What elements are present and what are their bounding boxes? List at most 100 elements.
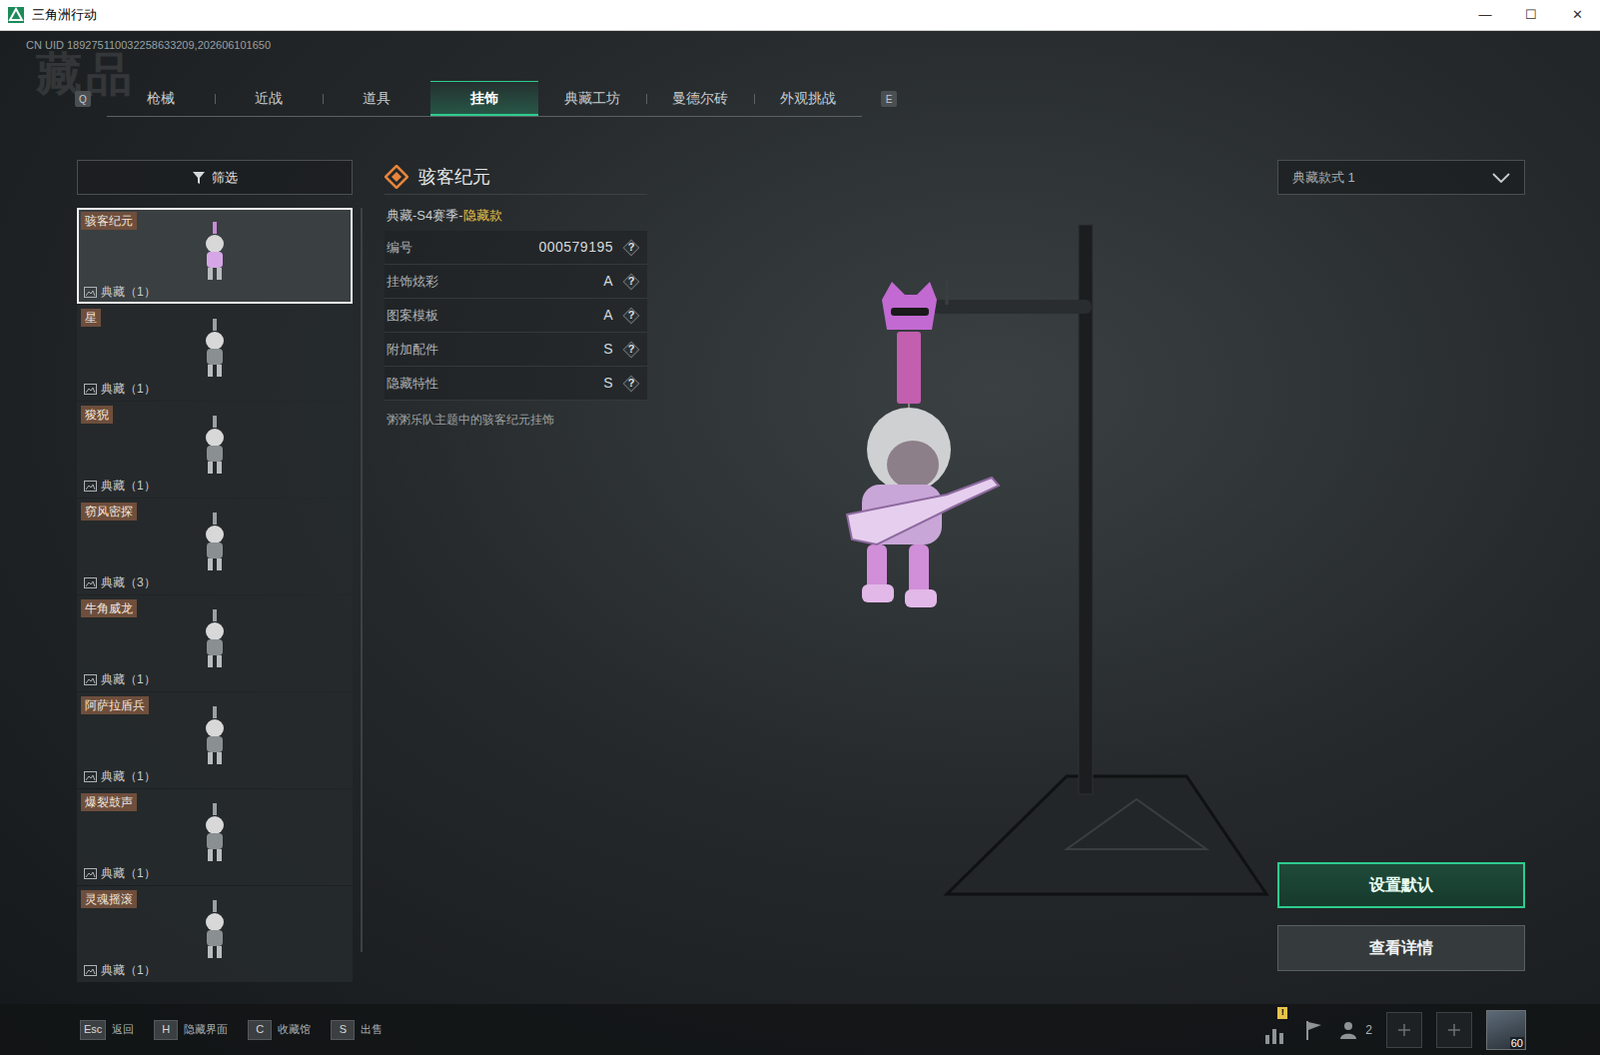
app-logo-icon [7, 6, 24, 23]
chevron-down-icon [1492, 172, 1511, 183]
invite-slot[interactable] [1436, 1011, 1473, 1048]
detail-description: 粥粥乐队主题中的骇客纪元挂饰 [386, 410, 648, 429]
window-control[interactable]: ✕ [1554, 0, 1600, 30]
rarity-icon [384, 164, 409, 189]
hotkey-label: 收藏馆 [277, 1020, 311, 1038]
detail-row: 编号 000579195? [384, 230, 648, 265]
hotkey-key: H [153, 1019, 178, 1040]
charm-list-item[interactable]: 阿萨拉盾兵典藏（1） [76, 692, 353, 789]
help-button[interactable]: ? [623, 239, 640, 256]
hotkey[interactable]: C 收藏馆 [247, 1019, 311, 1040]
charm-count: 典藏（1） [100, 283, 156, 300]
list-scrollbar[interactable] [360, 207, 363, 952]
tab-separator [646, 93, 648, 104]
help-button[interactable]: ? [623, 307, 640, 324]
next-tab-key[interactable]: E [880, 90, 897, 107]
help-button[interactable]: ? [623, 375, 640, 392]
charm-list-item[interactable]: 星典藏（1） [76, 304, 353, 401]
bottom-bar: Esc返回 H 隐藏界面 C 收藏馆 S出售! 2 60 [0, 1003, 1600, 1055]
app-window: 三角洲行动—☐✕藏品CN UID 189275110032258633209,2… [0, 0, 1600, 1055]
tab[interactable]: 曼德尔砖 [646, 80, 755, 116]
style-select[interactable]: 典藏款式 1 [1277, 159, 1526, 195]
hotkey-label: 出售 [360, 1020, 383, 1038]
style-select-value: 典藏款式 1 [1292, 167, 1356, 188]
detail-row-label: 隐藏特性 [386, 373, 439, 394]
title-bar: 三角洲行动 —☐✕ [0, 0, 1600, 31]
bar-chart-icon [1263, 1024, 1286, 1045]
hotkey-key: C [247, 1019, 272, 1040]
flag-icon[interactable] [1303, 1018, 1326, 1041]
charm-count: 典藏（1） [100, 864, 156, 881]
uid-text: CN UID 189275110032258633209,20260610165… [25, 37, 1575, 52]
image-icon [83, 383, 97, 395]
collection-screen: 藏品CN UID 189275110032258633209,202606101… [0, 30, 1600, 1055]
tab[interactable]: 典藏工坊 [538, 80, 647, 116]
charm-count: 典藏（1） [100, 671, 156, 688]
set-default-button[interactable]: 设置默认 [1277, 861, 1526, 908]
charm-count: 典藏（3） [100, 574, 156, 591]
player-avatar[interactable]: 60 [1486, 1009, 1527, 1050]
hotkey-key: Esc [79, 1019, 106, 1040]
charm-list-item[interactable]: 牛角威龙典藏（1） [76, 595, 353, 692]
window-title: 三角洲行动 [31, 4, 97, 25]
hotkey[interactable]: S出售 [330, 1019, 383, 1040]
detail-row: 附加配件S? [384, 332, 648, 367]
tab-bar: Q 枪械近战道具挂饰典藏工坊曼德尔砖外观挑战 E [74, 80, 1575, 117]
detail-row: 图案模板A? [384, 298, 648, 333]
detail-row-label: 附加配件 [386, 339, 439, 360]
invite-slot[interactable] [1386, 1011, 1423, 1048]
preview-stage[interactable] [647, 159, 1278, 1004]
filter-button[interactable]: 筛选 [76, 159, 353, 195]
charm-list-item[interactable]: 灵魂摇滚典藏（1） [76, 885, 353, 982]
hotkey[interactable]: Esc返回 [79, 1019, 134, 1040]
tab[interactable]: 道具 [322, 80, 431, 116]
charm-name-tag: 狻猊 [80, 405, 113, 424]
help-button[interactable]: ? [623, 341, 640, 358]
charm-list-item[interactable]: 窃风密探典藏（3） [76, 498, 353, 595]
hotkey-label: 隐藏界面 [183, 1020, 228, 1038]
party-count: 2 [1365, 1020, 1373, 1039]
detail-row: 挂饰炫彩A? [384, 264, 648, 299]
charm-thumbnail-icon [197, 802, 232, 865]
charm-list-item[interactable]: 骇客纪元典藏（1） [76, 207, 353, 304]
tab[interactable]: 外观挑战 [754, 80, 862, 116]
image-icon [83, 286, 97, 298]
view-details-button[interactable]: 查看详情 [1277, 924, 1526, 971]
tab-separator [214, 93, 216, 104]
tab[interactable]: 近战 [214, 80, 323, 116]
charm-count: 典藏（1） [100, 768, 156, 785]
tab[interactable]: 枪械 [106, 80, 215, 116]
prev-tab-key[interactable]: Q [74, 90, 91, 107]
detail-panel: 骇客纪元典藏-S4赛季-隐藏款编号000579195?挂饰炫彩A?图案模板A?附… [384, 159, 648, 429]
charm-list-item[interactable]: 狻猊典藏（1） [76, 401, 353, 498]
detail-tier: 典藏-S4赛季-隐藏款 [386, 206, 648, 225]
detail-title: 骇客纪元 [418, 163, 491, 191]
charm-name-tag: 阿萨拉盾兵 [80, 696, 149, 715]
party-button[interactable]: 2 [1339, 1019, 1373, 1040]
image-icon [83, 771, 97, 783]
stats-button[interactable]: ! [1259, 1014, 1290, 1045]
tab-separator [322, 93, 324, 104]
charm-thumbnail-icon [197, 318, 232, 381]
charm-name-tag: 星 [80, 308, 101, 327]
window-control[interactable]: ☐ [1508, 0, 1555, 30]
charm-list-column: 筛选骇客纪元典藏（1）星典藏（1）狻猊典藏（1）窃风密探典藏（3）牛角威龙典藏（… [76, 159, 353, 1004]
detail-row-label: 编号 [386, 237, 413, 258]
charm-name-tag: 爆裂鼓声 [80, 793, 137, 811]
charm-thumbnail-icon [197, 221, 232, 284]
window-control[interactable]: — [1462, 0, 1509, 30]
charm-count: 典藏（1） [100, 380, 156, 397]
detail-row-label: 挂饰炫彩 [386, 271, 439, 292]
tab[interactable]: 挂饰 [430, 80, 539, 116]
plus-icon [1447, 1022, 1462, 1037]
charm-list-item[interactable]: 爆裂鼓声典藏（1） [76, 789, 353, 885]
charm-model-icon [647, 159, 1278, 1004]
detail-row: 隐藏特性S? [384, 366, 648, 401]
help-button[interactable]: ? [623, 273, 640, 290]
charm-thumbnail-icon [197, 512, 232, 575]
charm-thumbnail-icon [197, 899, 232, 962]
hotkey[interactable]: H 隐藏界面 [153, 1019, 228, 1040]
charm-count: 典藏（1） [100, 477, 156, 494]
charm-thumbnail-icon [197, 415, 232, 478]
detail-row-value: 000579195 [538, 236, 614, 258]
